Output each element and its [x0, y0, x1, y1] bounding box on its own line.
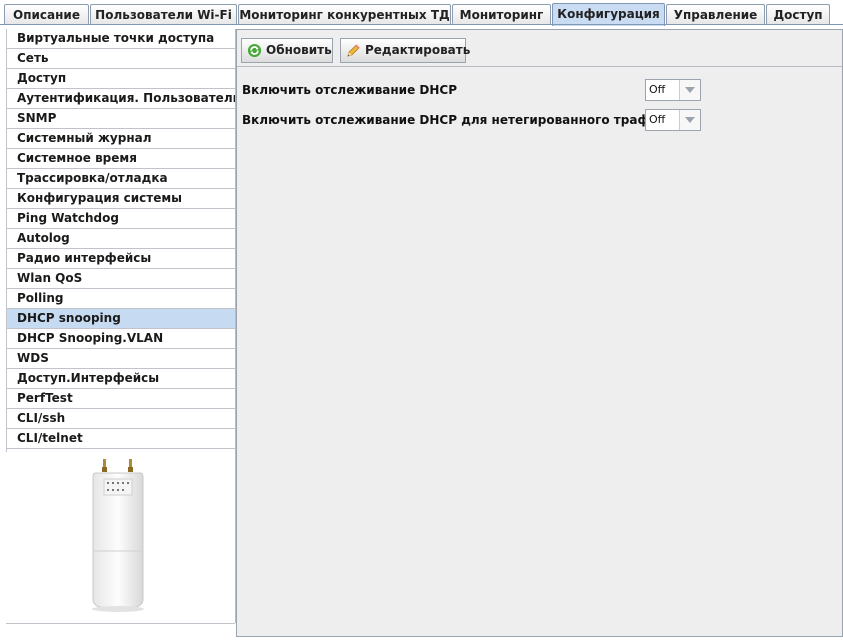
pencil-icon — [347, 44, 360, 57]
settings-content: Включить отслеживание DHCP Off Включить … — [237, 68, 842, 634]
sidebar-item-autolog[interactable]: Autolog — [6, 229, 235, 249]
tab-bar: Описание Пользователи Wi-Fi Мониторинг к… — [4, 3, 843, 26]
sidebar-item-cli-ssh[interactable]: CLI/ssh — [6, 409, 235, 429]
tab-wifi-users[interactable]: Пользователи Wi-Fi — [90, 4, 237, 25]
sidebar-bottom-border — [6, 623, 235, 624]
sidebar-item-network[interactable]: Сеть — [6, 49, 235, 69]
sidebar-item-system-time[interactable]: Системное время — [6, 149, 235, 169]
refresh-icon — [247, 43, 262, 58]
dhcp-snooping-untagged-value: Off — [649, 113, 666, 126]
dhcp-snooping-enable-label: Включить отслеживание DHCP — [242, 83, 458, 97]
edit-button[interactable]: Редактировать — [340, 38, 470, 63]
sidebar-item-snmp[interactable]: SNMP — [6, 109, 235, 129]
sidebar-item-dhcp-snooping[interactable]: DHCP snooping — [6, 309, 235, 329]
edit-button-label: Редактировать — [365, 43, 471, 57]
tab-description[interactable]: Описание — [4, 4, 89, 25]
refresh-button-label: Обновить — [266, 43, 332, 57]
tab-competitor-ap-monitoring[interactable]: Мониторинг конкурентных ТД — [238, 4, 451, 25]
refresh-button[interactable]: Обновить — [241, 38, 333, 63]
dhcp-snooping-enable-value: Off — [649, 83, 666, 96]
sidebar-item-wds[interactable]: WDS — [6, 349, 235, 369]
sidebar-item-perftest[interactable]: PerfTest — [6, 389, 235, 409]
dhcp-snooping-untagged-select[interactable]: Off — [645, 109, 701, 131]
chevron-down-icon[interactable] — [679, 80, 700, 100]
sidebar-item-ping-watchdog[interactable]: Ping Watchdog — [6, 209, 235, 229]
sidebar: Виртуальные точки доступа Сеть Доступ Ау… — [6, 29, 236, 623]
sidebar-item-syslog[interactable]: Системный журнал — [6, 129, 235, 149]
access-point-device-image — [92, 459, 144, 612]
toolbar: Обновить Редактировать — [237, 30, 842, 67]
sidebar-item-access[interactable]: Доступ — [6, 69, 235, 89]
sidebar-item-wlan-qos[interactable]: Wlan QoS — [6, 269, 235, 289]
tab-access[interactable]: Доступ — [766, 4, 830, 25]
main-panel: Обновить Редактировать Включить отслежив… — [236, 29, 843, 637]
sidebar-item-radio-interfaces[interactable]: Радио интерфейсы — [6, 249, 235, 269]
sidebar-item-access-interfaces[interactable]: Доступ.Интерфейсы — [6, 369, 235, 389]
sidebar-item-stub — [6, 449, 235, 452]
sidebar-item-auth-users[interactable]: Аутентификация. Пользователи — [6, 89, 235, 109]
sidebar-item-system-config[interactable]: Конфигурация системы — [6, 189, 235, 209]
sidebar-item-dhcp-snooping-vlan[interactable]: DHCP Snooping.VLAN — [6, 329, 235, 349]
tab-management[interactable]: Управление — [666, 4, 765, 25]
chevron-down-icon[interactable] — [679, 110, 700, 130]
sidebar-item-cli-telnet[interactable]: CLI/telnet — [6, 429, 235, 449]
tab-monitoring[interactable]: Мониторинг — [452, 4, 551, 25]
tab-bar-divider — [0, 24, 843, 25]
sidebar-item-polling[interactable]: Polling — [6, 289, 235, 309]
dhcp-snooping-enable-select[interactable]: Off — [645, 79, 701, 101]
sidebar-item-virtual-aps[interactable]: Виртуальные точки доступа — [6, 29, 235, 49]
sidebar-item-trace-debug[interactable]: Трассировка/отладка — [6, 169, 235, 189]
tab-configuration[interactable]: Конфигурация — [552, 3, 665, 26]
dhcp-snooping-untagged-label: Включить отслеживание DHCP для нетегиров… — [242, 113, 674, 127]
